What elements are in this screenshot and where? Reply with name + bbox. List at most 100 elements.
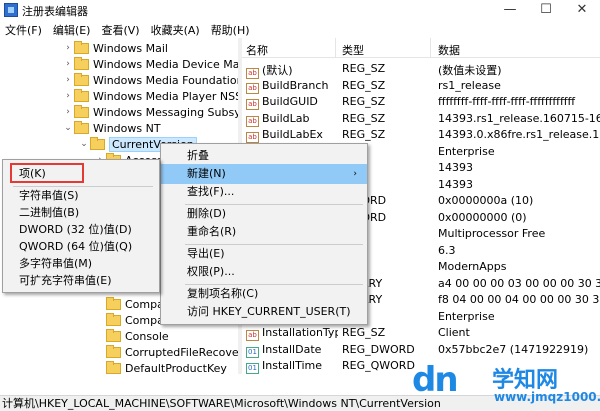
string-value-icon: ab xyxy=(246,330,259,341)
tree-item[interactable]: › Windows Messaging Subsys xyxy=(62,104,238,120)
value-data: 6.3 xyxy=(438,243,456,257)
menu-item-delete[interactable]: 删除(D) xyxy=(161,204,367,224)
tree-item[interactable]: CorruptedFileRecove xyxy=(94,344,238,360)
new-submenu: 项(K) 字符串值(S) 二进制值(B) DWORD (32 位)值(D) QW… xyxy=(2,159,160,293)
string-value-icon: ab xyxy=(246,82,259,94)
tree-item[interactable]: Compa xyxy=(94,296,164,312)
value-data: Enterprise xyxy=(438,144,495,158)
value-data: 14393.rs1_release.160715-1616 xyxy=(438,111,600,125)
string-value-icon: ab xyxy=(246,132,259,143)
expand-arrow-icon[interactable]: › xyxy=(62,107,74,117)
binary-value-icon: 01 xyxy=(246,346,259,358)
value-data: 0x00000000 (0) xyxy=(438,210,527,224)
red-highlight-box xyxy=(10,163,84,183)
value-name-text: BuildLab xyxy=(262,111,310,125)
submenu-item-expandable-string[interactable]: 可扩充字符串值(E) xyxy=(3,271,159,291)
value-data: 14393 xyxy=(438,177,473,191)
value-name: ab BuildGUID xyxy=(246,95,338,110)
menu-bar: 文件(F) 编辑(E) 查看(V) 收藏夹(A) 帮助(H) xyxy=(0,20,600,38)
tree-item[interactable]: › Windows Media Device Ma xyxy=(62,56,238,72)
expand-arrow-icon[interactable]: › xyxy=(62,91,74,101)
list-row[interactable]: ab BuildLabEx REG_SZ 14393.0.x86fre.rs1_rel… xyxy=(242,127,600,143)
menu-favorites[interactable]: 收藏夹(A) xyxy=(146,20,206,38)
menu-view[interactable]: 查看(V) xyxy=(96,20,145,38)
menu-help[interactable]: 帮助(H) xyxy=(206,20,256,38)
value-data: 0x0000000a (10) xyxy=(438,194,534,207)
folder-icon xyxy=(90,136,105,150)
string-value-icon: ab xyxy=(246,115,259,127)
expand-arrow-icon[interactable]: › xyxy=(62,43,74,53)
binary-value-icon: 01 xyxy=(246,363,259,374)
menu-item-label: 新建(N) xyxy=(187,167,226,180)
menu-item-rename[interactable]: 重命名(R) xyxy=(161,222,367,242)
value-name-text: InstallationType xyxy=(262,326,338,339)
close-button[interactable]: ✕ xyxy=(564,0,600,20)
value-name: ab BuildBranch xyxy=(246,79,338,94)
folder-icon xyxy=(74,40,89,54)
value-type: REG_SZ xyxy=(342,95,386,108)
tree-item[interactable]: DefaultProductKey xyxy=(94,360,227,374)
list-row[interactable]: ab BuildGUID REG_SZ ffffffff-ffff-ffff-ffff… xyxy=(242,94,600,110)
value-type: REG_SZ xyxy=(342,78,386,92)
tree-item[interactable]: › Windows Mail xyxy=(62,40,168,56)
list-header: 名称 类型 数据 xyxy=(242,38,600,58)
value-data: 0x57bbc2e7 (1471922919) xyxy=(438,342,589,356)
menu-item-collapse[interactable]: 折叠 xyxy=(161,146,367,166)
expand-arrow-icon[interactable]: › xyxy=(62,59,74,69)
folder-icon xyxy=(106,296,121,310)
value-data: Enterprise xyxy=(438,309,495,323)
menu-item-goto-hkcu[interactable]: 访问 HKEY_CURRENT_USER(T) xyxy=(161,302,367,322)
value-name-text: BuildBranch xyxy=(262,78,329,92)
value-data: rs1_release xyxy=(438,78,501,92)
column-name[interactable]: 名称 xyxy=(246,42,268,58)
context-menu: 折叠 新建(N) › 查找(F)... 删除(D) 重命名(R) 导出(E) 权限… xyxy=(160,143,368,325)
value-name-text: BuildGUID xyxy=(262,95,318,108)
value-name: ab BuildLabEx xyxy=(246,128,338,143)
value-name: 01 InstallDate xyxy=(246,343,338,358)
menu-item-new[interactable]: 新建(N) › xyxy=(161,164,367,184)
expand-arrow-icon[interactable]: › xyxy=(62,75,74,85)
collapse-arrow-icon[interactable]: ⌄ xyxy=(78,139,90,149)
title-bar: 注册表编辑器 — ☐ ✕ xyxy=(0,0,600,20)
column-divider[interactable] xyxy=(335,38,336,58)
list-row[interactable]: abInstallationType REG_SZ Client xyxy=(242,325,600,341)
tree-item-windows-nt[interactable]: ⌄ Windows NT xyxy=(62,120,161,136)
collapse-arrow-icon[interactable]: ⌄ xyxy=(62,123,74,133)
minimize-button[interactable]: — xyxy=(492,0,528,20)
list-row[interactable]: 01 InstallDate REG_DWORD 0x57bbc2e7 (147192… xyxy=(242,342,600,358)
tree-item[interactable]: Console xyxy=(94,328,169,344)
menu-item-find[interactable]: 查找(F)... xyxy=(161,182,367,202)
value-data: f8 04 00 00 04 00 00 00 30 30 xyxy=(438,293,600,306)
value-name: 01 InstallTime xyxy=(246,359,338,374)
menu-item-copy-key-name[interactable]: 复制项名称(C) xyxy=(161,284,367,304)
submenu-arrow-icon: › xyxy=(353,169,357,179)
tree-item[interactable]: › Windows Media Player NSS xyxy=(62,88,238,104)
folder-icon xyxy=(74,72,89,86)
regedit-app-icon xyxy=(4,3,18,17)
menu-item-export[interactable]: 导出(E) xyxy=(161,244,367,264)
column-type[interactable]: 类型 xyxy=(342,42,364,58)
value-name: ab (默认) xyxy=(246,62,338,79)
menu-file[interactable]: 文件(F) xyxy=(0,20,48,38)
value-type: REG_SZ xyxy=(342,111,386,125)
value-type: REG_SZ xyxy=(342,128,386,141)
menu-item-permissions[interactable]: 权限(P)... xyxy=(161,262,367,282)
list-row[interactable]: ab (默认) REG_SZ (数值未设置) xyxy=(242,61,600,79)
folder-icon xyxy=(74,88,89,102)
folder-icon xyxy=(106,360,121,374)
tree-item[interactable]: › Windows Media Foundatior xyxy=(62,72,238,88)
maximize-button[interactable]: ☐ xyxy=(528,0,564,20)
folder-icon xyxy=(74,104,89,118)
menu-edit[interactable]: 编辑(E) xyxy=(48,20,97,38)
list-row[interactable]: ab BuildLab REG_SZ 14393.rs1_release.160715… xyxy=(242,111,600,127)
tree-item[interactable]: Compa xyxy=(94,312,164,328)
value-data: 14393.0.x86fre.rs1_release.1607 xyxy=(438,128,600,141)
watermark-url: www.jmqz1000.com xyxy=(494,390,600,404)
column-data[interactable]: 数据 xyxy=(438,42,460,58)
value-type: REG_SZ xyxy=(342,62,386,75)
value-name: abInstallationType xyxy=(246,326,338,341)
list-row[interactable]: ab BuildBranch REG_SZ rs1_release xyxy=(242,78,600,94)
column-divider[interactable] xyxy=(430,38,431,58)
value-data: a4 00 00 00 03 00 00 00 30 30 xyxy=(438,276,600,290)
folder-icon xyxy=(74,56,89,70)
